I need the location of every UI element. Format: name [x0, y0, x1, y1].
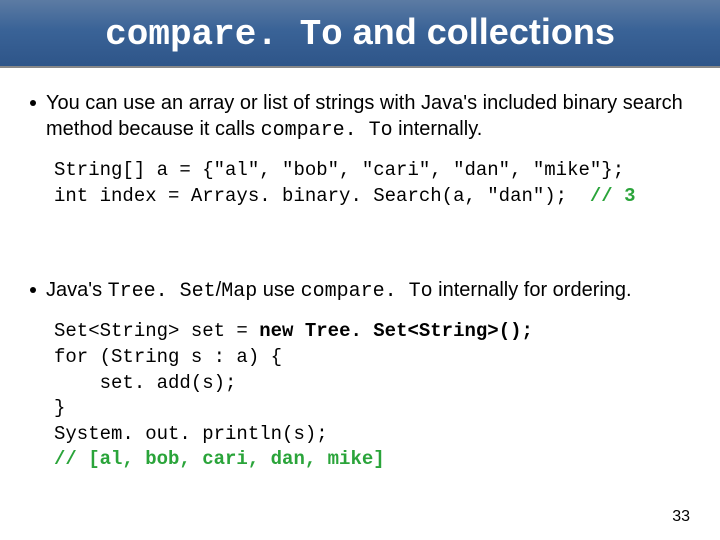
code2-line2: for (String s : a) {	[54, 346, 282, 368]
title-rest: and collections	[343, 11, 615, 52]
title-code: compare. To	[105, 14, 343, 55]
bullet-2: Java's Tree. Set/Map use compare. To int…	[30, 277, 690, 305]
content-area: You can use an array or list of strings …	[0, 68, 720, 473]
bullet-dot-icon	[30, 287, 36, 293]
code2-line1c	[293, 320, 304, 342]
code1-line1: String[] a = {"al", "bob", "cari", "dan"…	[54, 159, 624, 181]
slide: compare. To and collections You can use …	[0, 0, 720, 540]
code2-line1d: Tree. Set<String>();	[305, 320, 533, 342]
page-number: 33	[672, 508, 690, 526]
code2-line3: set. add(s);	[54, 372, 236, 394]
bullet-2-pre: Java's	[46, 279, 108, 301]
code2-line1b: new	[259, 320, 293, 342]
bullet-1-code: compare. To	[261, 119, 393, 142]
spacer	[30, 237, 690, 277]
title-bar: compare. To and collections	[0, 0, 720, 68]
code-block-1: String[] a = {"al", "bob", "cari", "dan"…	[54, 158, 690, 209]
bullet-2-text: Java's Tree. Set/Map use compare. To int…	[46, 277, 690, 305]
slide-title: compare. To and collections	[105, 11, 615, 55]
bullet-1-post: internally.	[393, 118, 483, 140]
bullet-2-code3: compare. To	[301, 280, 433, 303]
bullet-2-post: internally for ordering.	[433, 279, 632, 301]
code2-line5: System. out. println(s);	[54, 423, 328, 445]
code1-line2a: int index = Arrays. binary. Search(a, "d…	[54, 185, 590, 207]
bullet-2-code1: Tree. Set	[108, 280, 216, 303]
code2-line1a: Set<String> set =	[54, 320, 259, 342]
bullet-1-text: You can use an array or list of strings …	[46, 90, 690, 144]
code1-line2b: // 3	[590, 185, 636, 207]
bullet-dot-icon	[30, 100, 36, 106]
bullet-2-code2: Map	[221, 280, 257, 303]
code2-line4: }	[54, 397, 65, 419]
bullet-1: You can use an array or list of strings …	[30, 90, 690, 144]
code2-line6: // [al, bob, cari, dan, mike]	[54, 448, 385, 470]
code-block-2: Set<String> set = new Tree. Set<String>(…	[54, 319, 690, 473]
bullet-2-mid2: use	[257, 279, 300, 301]
